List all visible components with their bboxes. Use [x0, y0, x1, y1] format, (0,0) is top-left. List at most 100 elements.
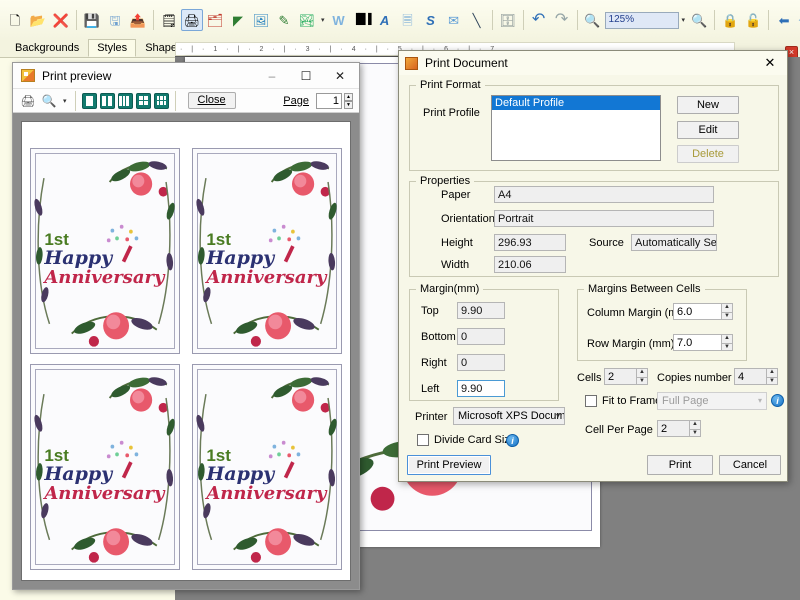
divide-card-size-checkbox[interactable]: Divide Card Size	[417, 434, 516, 446]
margin-left-value[interactable]: 9.90	[457, 380, 505, 397]
chevron-down-icon[interactable]: ▾	[321, 16, 325, 24]
row-margin-value[interactable]: 7.0	[673, 334, 721, 351]
chevron-down-icon[interactable]: ▾	[63, 97, 67, 105]
minimize-button[interactable]	[255, 63, 289, 88]
wordart-icon[interactable]: W	[328, 9, 350, 31]
row-margin-up[interactable]: ▲	[721, 334, 733, 343]
1-page-layout-icon[interactable]	[82, 93, 97, 109]
cells-spinner[interactable]: 2 ▲▼	[604, 368, 648, 385]
tab-backgrounds[interactable]: Backgrounds	[6, 39, 88, 57]
new-document-icon[interactable]: 🗋	[4, 9, 26, 31]
paper-value[interactable]: A4	[494, 186, 714, 203]
page-spinner[interactable]: ▲ ▼	[344, 93, 353, 109]
barcode-icon[interactable]: ▐█▐	[351, 9, 373, 31]
text-icon[interactable]: A	[374, 9, 396, 31]
profile-option-default[interactable]: Default Profile	[492, 96, 660, 110]
zoom-in-icon[interactable]: 🔍	[582, 9, 604, 31]
printer-combo[interactable]: Microsoft XPS Document	[453, 407, 565, 425]
maximize-button[interactable]: ☐	[289, 63, 323, 88]
width-value[interactable]: 210.06	[494, 256, 566, 273]
print-preview-window[interactable]: Print preview ☐ ✕ 🖨 🔍 ▾ Close Page 1 ▲ ▼	[12, 62, 360, 590]
row-margin-down[interactable]: ▼	[721, 343, 733, 352]
column-margin-spinner[interactable]: 6.0 ▲▼	[673, 303, 733, 320]
cell-per-page-spinner[interactable]: 2 ▲▼	[657, 420, 701, 437]
save-icon[interactable]: 💾	[81, 9, 103, 31]
copies-up[interactable]: ▲	[766, 368, 778, 377]
zoom-level-input[interactable]: 125%	[605, 12, 679, 29]
layers-icon[interactable]: 🗂	[204, 9, 226, 31]
print-document-dialog[interactable]: Print Document ✕ Print Format Print Prof…	[398, 50, 788, 482]
margin-right-value[interactable]: 0	[457, 354, 505, 371]
print-button[interactable]: Print	[647, 455, 713, 475]
print-icon[interactable]: 🖨	[181, 9, 203, 31]
edit-profile-button[interactable]: Edit	[677, 121, 739, 139]
picture-shape-icon[interactable]: 🏞	[296, 9, 318, 31]
3-page-layout-icon[interactable]	[118, 93, 133, 109]
preview-close-button[interactable]: Close	[188, 92, 236, 109]
divide-card-size-box[interactable]	[417, 434, 429, 446]
info-icon[interactable]: i	[771, 394, 784, 407]
cells-up[interactable]: ▲	[636, 368, 648, 377]
fit-to-frame-checkbox[interactable]: Fit to Frame	[585, 395, 661, 407]
cell-per-page-up[interactable]: ▲	[689, 420, 701, 429]
insert-image-icon[interactable]: 🖼	[250, 9, 272, 31]
margin-top-value[interactable]: 9.90	[457, 302, 505, 319]
close-icon[interactable]: ✕	[753, 52, 787, 75]
close-document-icon[interactable]: ❌	[50, 9, 72, 31]
row-margin-spinner[interactable]: 7.0 ▲▼	[673, 334, 733, 351]
page-setup-icon[interactable]: 🗒	[158, 9, 180, 31]
orientation-value[interactable]: Portrait	[494, 210, 714, 227]
new-profile-button[interactable]: New	[677, 96, 739, 114]
print-profile-listbox[interactable]: Default Profile	[491, 95, 661, 161]
flip-horizontal-icon[interactable]: ◁▷	[796, 9, 800, 31]
zoom-out-icon[interactable]: 🔍	[688, 9, 710, 31]
printer-icon[interactable]: 🖨	[19, 92, 37, 110]
chevron-down-icon[interactable]: ▾	[682, 16, 686, 24]
margin-bottom-value[interactable]: 0	[457, 328, 505, 345]
4-page-layout-icon[interactable]	[136, 93, 151, 109]
tab-styles[interactable]: Styles	[88, 39, 136, 57]
cancel-button[interactable]: Cancel	[719, 455, 781, 475]
page-number-input[interactable]: 1	[316, 93, 342, 109]
cell-per-page-down[interactable]: ▼	[689, 429, 701, 438]
export-icon[interactable]: 📤	[127, 9, 149, 31]
column-margin-value[interactable]: 6.0	[673, 303, 721, 320]
unlock-icon[interactable]: 🔓	[742, 9, 764, 31]
print-preview-titlebar[interactable]: Print preview ☐ ✕	[13, 63, 359, 89]
print-preview-button[interactable]: Print Preview	[407, 455, 491, 475]
card-line-1st: 1st	[206, 447, 326, 464]
6-page-layout-icon[interactable]	[154, 93, 169, 109]
print-preview-body[interactable]: 1st Happy Anniversary 1st	[13, 113, 359, 589]
undo-icon[interactable]: ↶	[528, 9, 550, 31]
pen-icon[interactable]: ✎	[273, 9, 295, 31]
height-value[interactable]: 296.93	[494, 234, 566, 251]
lock-icon[interactable]: 🔒	[719, 9, 741, 31]
transform-icon[interactable]: ◤	[227, 9, 249, 31]
page-spin-down[interactable]: ▼	[344, 101, 353, 109]
cells-value[interactable]: 2	[604, 368, 636, 385]
cell-per-page-value[interactable]: 2	[657, 420, 689, 437]
2-page-layout-icon[interactable]	[100, 93, 115, 109]
save-as-icon[interactable]: 🖫	[104, 9, 126, 31]
print-dialog-titlebar[interactable]: Print Document ✕	[399, 51, 787, 75]
column-margin-up[interactable]: ▲	[721, 303, 733, 312]
page-icon[interactable]: 🗏	[397, 9, 419, 31]
page-spin-up[interactable]: ▲	[344, 93, 353, 101]
magnifier-icon[interactable]: 🔍	[40, 92, 58, 110]
copies-value[interactable]: 4	[734, 368, 766, 385]
redo-icon[interactable]: ↷	[551, 9, 573, 31]
open-folder-icon[interactable]: 📂	[27, 9, 49, 31]
fit-to-frame-box[interactable]	[585, 395, 597, 407]
align-left-icon[interactable]: ⬅	[773, 9, 795, 31]
shape-s-icon[interactable]: S	[420, 9, 442, 31]
close-icon[interactable]: ✕	[323, 63, 357, 88]
cells-down[interactable]: ▼	[636, 377, 648, 386]
copies-down[interactable]: ▼	[766, 377, 778, 386]
database-icon[interactable]: 🗄	[497, 9, 519, 31]
line-icon[interactable]: ╲	[466, 9, 488, 31]
info-icon[interactable]: i	[506, 434, 519, 447]
mail-icon[interactable]: ✉	[443, 9, 465, 31]
source-value[interactable]: Automatically Selec	[631, 234, 717, 251]
copies-spinner[interactable]: 4 ▲▼	[734, 368, 778, 385]
column-margin-down[interactable]: ▼	[721, 312, 733, 321]
